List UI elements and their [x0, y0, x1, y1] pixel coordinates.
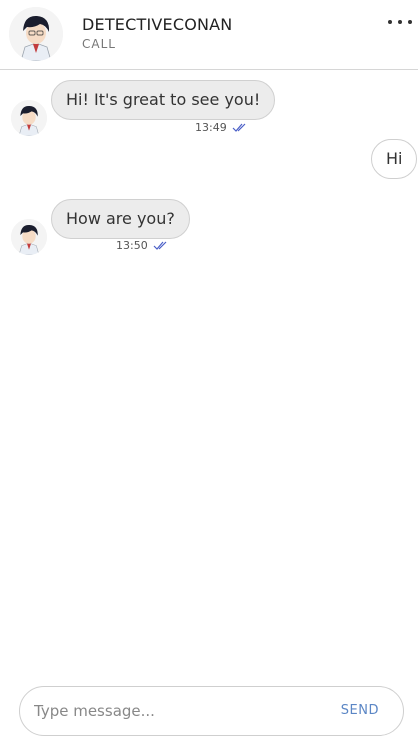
read-check-icon [153, 241, 167, 250]
more-horizontal-icon[interactable] [388, 12, 412, 32]
avatar-image [11, 100, 47, 136]
message-composer: SEND [19, 686, 404, 736]
contact-subtitle[interactable]: CALL [82, 37, 116, 51]
contact-name: DETECTIVECONAN [82, 15, 233, 34]
message-input[interactable] [34, 687, 324, 735]
message-bubble-outgoing[interactable]: Hi [371, 139, 418, 179]
message-bubble-incoming[interactable]: Hi! It's great to see you! [51, 80, 276, 120]
message-avatar [11, 219, 47, 255]
contact-avatar[interactable] [9, 7, 63, 61]
message-meta: 13:50 [116, 239, 169, 252]
message-time: 13:49 [195, 121, 227, 134]
message-bubble-incoming[interactable]: How are you? [51, 199, 190, 239]
message-avatar [11, 100, 47, 136]
read-check-icon [232, 123, 246, 132]
chat-header: DETECTIVECONAN CALL [0, 0, 418, 70]
avatar-image [9, 7, 63, 61]
send-button[interactable]: SEND [341, 703, 379, 718]
chat-app: DETECTIVECONAN CALL Hi! It's great to se… [0, 0, 418, 752]
avatar-image [11, 219, 47, 255]
message-meta: 13:49 [195, 121, 248, 134]
message-time: 13:50 [116, 239, 148, 252]
